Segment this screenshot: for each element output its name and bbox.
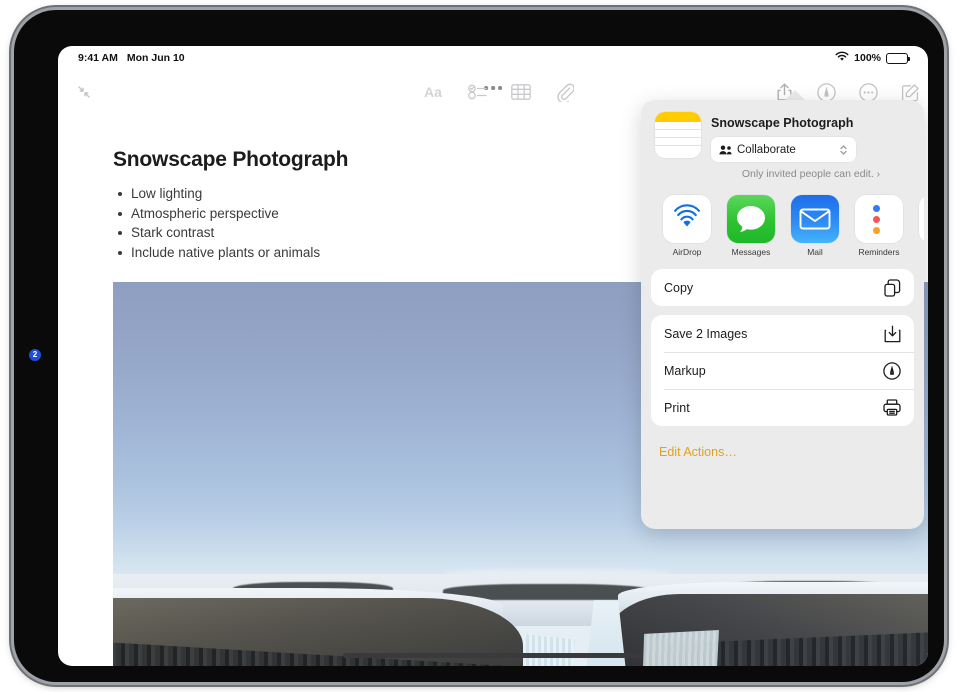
airdrop-icon <box>663 195 711 243</box>
permission-text[interactable]: Only invited people can edit. › <box>711 168 911 180</box>
collaborate-dropdown[interactable]: Collaborate <box>711 137 856 162</box>
status-time: 9:41 AM <box>78 52 118 64</box>
share-action-label: Save 2 Images <box>664 327 747 341</box>
photo-ice-formation <box>641 630 719 666</box>
checklist-icon[interactable] <box>461 76 493 108</box>
reminders-icon <box>855 195 903 243</box>
share-action-print[interactable]: Print <box>651 389 914 426</box>
share-action-copy[interactable]: Copy <box>651 269 914 306</box>
share-app-reminders[interactable]: Reminders <box>855 195 903 259</box>
share-app-label: AirDrop <box>663 247 711 257</box>
wifi-icon <box>835 51 849 65</box>
bullet-dot-icon <box>118 192 122 196</box>
collapse-arrows-icon[interactable] <box>68 76 100 108</box>
battery-full-icon <box>886 53 908 64</box>
markup-pen-circle-icon <box>883 362 901 380</box>
ipad-screen: 9:41 AM Mon Jun 10 100% <box>58 46 928 666</box>
freeform-icon <box>919 195 924 243</box>
share-sheet-popover: Snowscape Photograph Collaborate <box>641 100 924 529</box>
share-app-airdrop[interactable]: AirDrop <box>663 195 711 259</box>
status-bar: 9:41 AM Mon Jun 10 100% <box>58 46 928 70</box>
share-action-label: Copy <box>664 281 693 295</box>
page-title: Snowscape Photograph <box>113 148 348 172</box>
list-item-label: Include native plants or animals <box>131 243 320 262</box>
share-app-freeform[interactable]: Fr <box>919 195 924 259</box>
permission-label: Only invited people can edit. <box>742 168 874 180</box>
bullet-dot-icon <box>118 251 122 255</box>
list-item-label: Atmospheric perspective <box>131 204 279 223</box>
list-item-label: Stark contrast <box>131 223 214 242</box>
printer-icon <box>883 399 901 416</box>
list-item[interactable]: Stark contrast <box>118 223 598 243</box>
share-actions-group-2: Save 2 Images Markup <box>651 315 914 426</box>
list-item-label: Low lighting <box>131 184 202 203</box>
collaborate-label: Collaborate <box>737 144 796 156</box>
share-app-label: Fr <box>919 247 924 257</box>
chevron-right-icon: › <box>877 168 881 180</box>
bullet-dot-icon <box>118 212 122 216</box>
list-item[interactable]: Include native plants or animals <box>118 243 598 263</box>
ipad-device-frame: 2 9:41 AM Mon Jun 10 100% <box>14 10 944 682</box>
share-app-label: Mail <box>791 247 839 257</box>
chevron-up-down-icon <box>839 143 848 157</box>
table-icon[interactable] <box>505 76 537 108</box>
mail-icon <box>791 195 839 243</box>
list-item[interactable]: Atmospheric perspective <box>118 204 598 224</box>
share-sheet-header: Snowscape Photograph Collaborate <box>641 100 924 191</box>
share-action-label: Print <box>664 401 690 415</box>
share-app-label: Reminders <box>855 247 903 257</box>
share-item-title: Snowscape Photograph <box>711 116 853 130</box>
notes-app-icon <box>655 112 701 158</box>
share-action-label: Markup <box>664 364 706 378</box>
share-action-save-images[interactable]: Save 2 Images <box>651 315 914 352</box>
bullet-dot-icon <box>118 231 122 235</box>
share-app-label: Messages <box>727 247 775 257</box>
share-app-messages[interactable]: Messages <box>727 195 775 259</box>
share-actions-group-1: Copy <box>651 269 914 306</box>
share-app-mail[interactable]: Mail <box>791 195 839 259</box>
photo-ice-formation <box>523 634 575 666</box>
text-format-aa-icon[interactable]: Aa <box>417 76 449 108</box>
list-item[interactable]: Low lighting <box>118 184 598 204</box>
note-bullet-list: Low lighting Atmospheric perspective Sta… <box>118 184 598 262</box>
two-people-icon <box>719 145 732 155</box>
status-bar-right: 100% <box>835 51 908 65</box>
save-download-icon <box>884 325 901 343</box>
share-action-markup[interactable]: Markup <box>651 352 914 389</box>
copy-icon <box>884 279 901 297</box>
edit-actions-button[interactable]: Edit Actions… <box>641 435 924 459</box>
paperclip-icon[interactable] <box>549 76 581 108</box>
status-bar-left: 9:41 AM Mon Jun 10 <box>78 52 185 64</box>
status-date: Mon Jun 10 <box>127 52 185 64</box>
home-indicator-bar[interactable] <box>343 653 643 658</box>
callout-badge-2: 2 <box>29 349 41 361</box>
share-apps-row[interactable]: AirDrop Messages <box>641 191 924 269</box>
battery-percent: 100% <box>854 52 881 64</box>
messages-icon <box>727 195 775 243</box>
